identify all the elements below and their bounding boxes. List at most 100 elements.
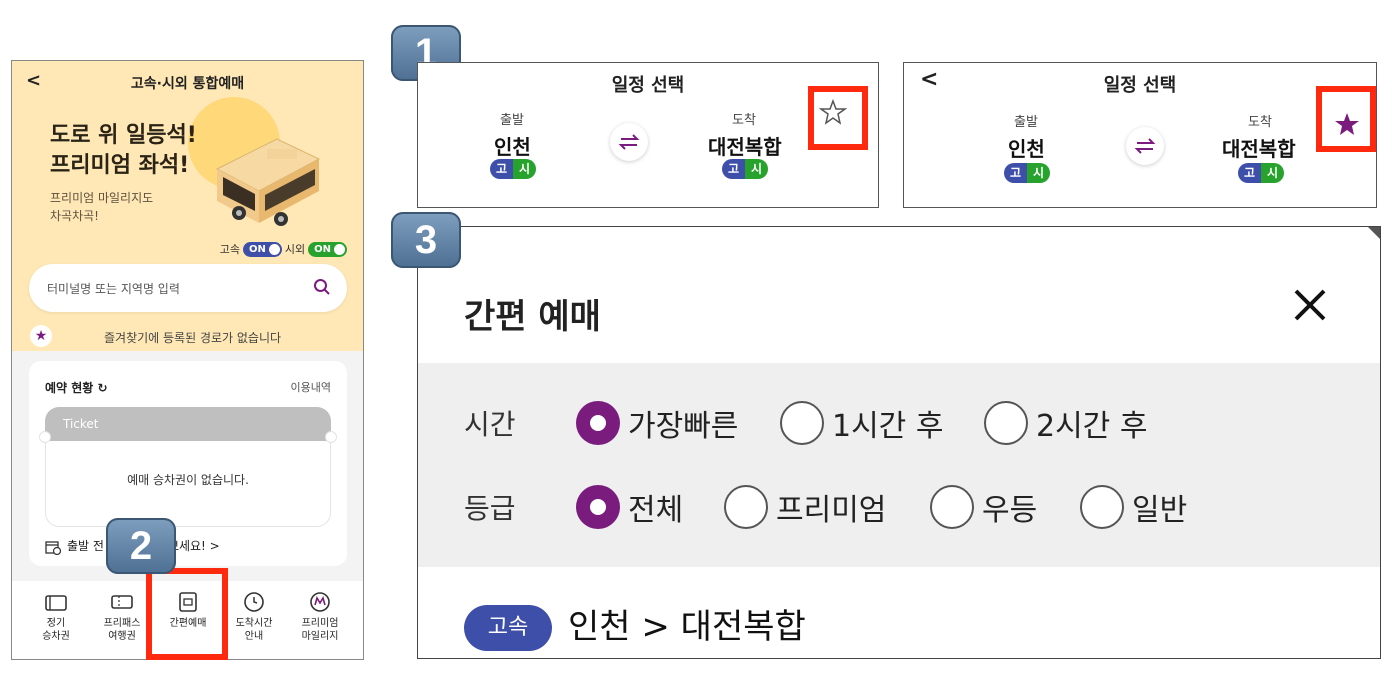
radio xyxy=(930,485,974,529)
highlight-star-empty xyxy=(808,86,868,150)
depart-grade-badge: 고시 xyxy=(490,159,536,179)
ticket-empty-text: 예매 승차권이 없습니다. xyxy=(127,473,249,487)
highlight-quick-booking xyxy=(146,568,228,660)
time-label: 시간 xyxy=(464,408,516,441)
toggle-express-state: ON xyxy=(249,243,266,255)
schedule-title: 일정 선택 xyxy=(1103,75,1177,96)
nav-label-1: 정기 xyxy=(46,618,66,629)
route-text[interactable]: 인천 > 대전복합 xyxy=(568,599,806,648)
nav-label-2b: 여행권 xyxy=(108,631,136,642)
highlight-star-filled xyxy=(1316,86,1376,152)
search-placeholder: 터미널명 또는 지역명 입력 xyxy=(47,282,180,296)
ticket-label: Ticket xyxy=(63,417,99,431)
step-badge-3: 3 xyxy=(391,212,461,268)
nav-commuter-pass[interactable]: 정기 승차권 xyxy=(26,591,86,643)
toggle-knob xyxy=(334,243,345,255)
grade-option-label: 전체 xyxy=(628,493,684,528)
radio-selected xyxy=(576,401,620,445)
clock-icon xyxy=(244,592,264,612)
radio-selected xyxy=(576,485,620,529)
close-icon[interactable] xyxy=(1290,285,1330,325)
arrive-grade-badge: 고시 xyxy=(1238,163,1284,183)
swap-arrows-icon xyxy=(618,134,640,150)
nav-label-5b: 마일리지 xyxy=(301,631,339,642)
grade-express: 고 xyxy=(722,159,745,179)
options-panel: 시간 가장빠른 1시간 후 2시간 후 등급 전체 프리미엄 우등 일반 xyxy=(418,363,1380,567)
ticket-notch-left xyxy=(39,431,51,443)
grade-option-label: 우등 xyxy=(982,493,1038,528)
refresh-icon[interactable]: ↻ xyxy=(98,381,108,395)
nav-arrival-time[interactable]: 도착시간 안내 xyxy=(224,591,284,643)
arrive-label: 도착 xyxy=(732,113,756,128)
grade-option-label: 일반 xyxy=(1132,493,1188,528)
time-option-2h[interactable]: 2시간 후 xyxy=(984,401,1147,445)
reservation-card: 예약 현황 ↻ 이용내역 Ticket 예매 승차권이 없습니다. 출발 전 보세… xyxy=(29,361,347,566)
favorites-row: ★ 즐겨찾기에 등록된 경로가 없습니다 xyxy=(30,325,350,347)
grade-option-all[interactable]: 전체 xyxy=(576,485,683,529)
radio xyxy=(984,401,1028,445)
radio xyxy=(780,401,824,445)
grade-intercity: 시 xyxy=(745,159,768,179)
toggle-express[interactable]: ON xyxy=(243,241,282,257)
depart-grade-badge: 고시 xyxy=(1004,163,1050,183)
route-type-badge: 고속 xyxy=(464,605,552,651)
depart-city[interactable]: 인천 xyxy=(1008,133,1045,162)
time-option-label: 2시간 후 xyxy=(1036,409,1148,444)
nav-label-4: 도착시간 xyxy=(235,618,273,629)
arrive-city[interactable]: 대전복합 xyxy=(708,131,782,160)
wallet-icon xyxy=(45,595,67,611)
radio xyxy=(1080,485,1124,529)
grade-label: 등급 xyxy=(464,492,516,525)
toggle-express-label: 고속 xyxy=(219,243,240,256)
arrive-city[interactable]: 대전복합 xyxy=(1222,133,1296,162)
time-option-1h[interactable]: 1시간 후 xyxy=(780,401,943,445)
nav-free-pass[interactable]: 프리패스 여행권 xyxy=(92,591,152,643)
grade-option-general[interactable]: 일반 xyxy=(1080,485,1187,529)
dialog-title: 간편 예매 xyxy=(464,297,601,337)
grade-express: 고 xyxy=(1004,163,1027,183)
depart-city[interactable]: 인천 xyxy=(494,131,531,160)
app-header: < 고속·시외 통합예매 xyxy=(12,61,363,101)
search-icon[interactable] xyxy=(313,278,331,296)
mileage-icon xyxy=(310,592,330,612)
favorites-empty-text: 즐겨찾기에 등록된 경로가 없습니다 xyxy=(104,331,282,345)
grade-express: 고 xyxy=(490,159,513,179)
departure-prompt-start: 출발 전 xyxy=(67,539,104,553)
time-option-label: 1시간 후 xyxy=(832,409,944,444)
grade-intercity: 시 xyxy=(1261,163,1284,183)
quick-booking-dialog: 간편 예매 시간 가장빠른 1시간 후 2시간 후 등급 전체 프리미엄 우등 … xyxy=(417,226,1381,659)
promo-headline-1: 도로 위 일등석! xyxy=(50,123,197,148)
swap-arrows-icon xyxy=(1134,138,1156,154)
swap-button[interactable] xyxy=(610,123,648,161)
nav-label-2: 프리패스 xyxy=(103,618,141,629)
grade-intercity: 시 xyxy=(513,159,536,179)
toggle-knob xyxy=(268,243,280,255)
grade-intercity: 시 xyxy=(1027,163,1050,183)
schedule-panel-after: < 일정 선택 출발 인천 고시 도착 대전복합 고시 xyxy=(903,62,1377,208)
reservation-title-text: 예약 현황 xyxy=(45,381,94,395)
time-option-label: 가장빠른 xyxy=(628,409,739,444)
grade-option-label: 프리미엄 xyxy=(776,493,887,528)
depart-label: 출발 xyxy=(500,113,524,128)
reservation-title: 예약 현황 ↻ xyxy=(45,379,108,396)
time-option-fastest[interactable]: 가장빠른 xyxy=(576,401,738,445)
arrive-label: 도착 xyxy=(1248,115,1272,130)
history-link[interactable]: 이용내역 xyxy=(291,379,331,395)
toggle-intercity[interactable]: ON xyxy=(308,241,347,257)
swap-button[interactable] xyxy=(1126,127,1164,165)
nav-label-1b: 승차권 xyxy=(42,631,70,642)
nav-label-5: 프리미엄 xyxy=(301,618,339,629)
ticket-notch-right xyxy=(325,431,337,443)
calendar-clock-icon xyxy=(45,540,61,555)
toggle-intercity-label: 시외 xyxy=(284,243,306,256)
terminal-search-input[interactable]: 터미널명 또는 지역명 입력 xyxy=(29,264,347,312)
arrive-grade-badge: 고시 xyxy=(722,159,768,179)
ticket-icon xyxy=(111,595,133,609)
promo-subtext-2: 차곡차곡! xyxy=(50,209,99,223)
toggle-intercity-state: ON xyxy=(314,243,331,255)
nav-label-4b: 안내 xyxy=(244,631,264,642)
depart-label: 출발 xyxy=(1014,115,1038,130)
nav-premium-mileage[interactable]: 프리미엄 마일리지 xyxy=(290,591,350,643)
grade-option-premium[interactable]: 프리미엄 xyxy=(724,485,886,529)
grade-option-excellent[interactable]: 우등 xyxy=(930,485,1037,529)
